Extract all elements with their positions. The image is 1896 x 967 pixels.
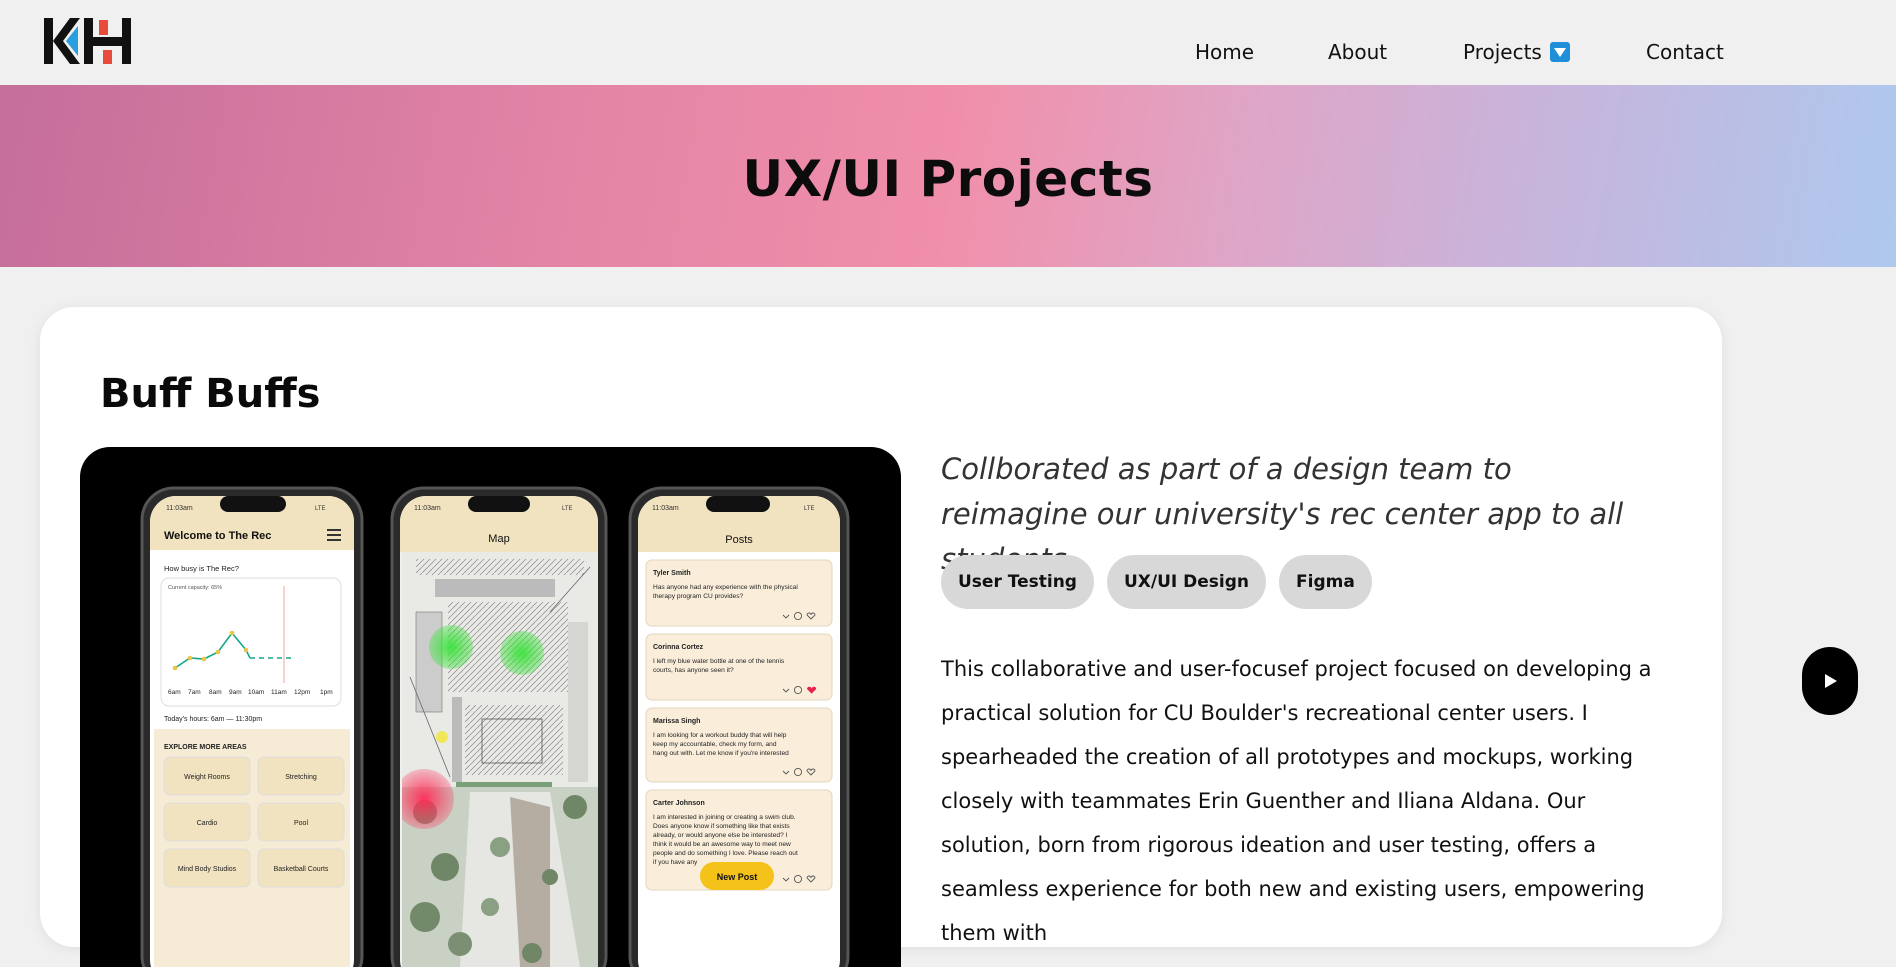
nav-contact-link[interactable]: Contact — [1646, 40, 1724, 64]
campus-map — [402, 552, 598, 967]
top-nav: Home About Projects Contact — [0, 0, 1896, 85]
post-text: Has anyone had any experience with the p… — [653, 584, 798, 591]
post-text: courts, has anyone seen it? — [653, 667, 734, 674]
area-weight-rooms: Weight Rooms — [184, 774, 230, 781]
svg-text:11am: 11am — [271, 689, 287, 696]
nav-about-link[interactable]: About — [1328, 40, 1387, 64]
svg-text:6am: 6am — [168, 689, 181, 696]
app-home-title: Welcome to The Rec — [164, 530, 271, 542]
post-text: I left my blue water bottle at one of th… — [653, 658, 785, 665]
post-text: already, or would anyone else be interes… — [653, 832, 788, 839]
post-author: Marissa Singh — [653, 718, 700, 725]
status-network: LTE — [562, 506, 573, 512]
map-title: Map — [488, 533, 509, 545]
post-text: therapy program CU provides? — [653, 593, 743, 600]
new-post-label: New Post — [717, 872, 758, 882]
area-basketball-courts: Basketball Courts — [274, 866, 329, 873]
svg-text:9am: 9am — [229, 689, 242, 696]
post-text: Does anyone know if something like that … — [653, 823, 790, 830]
svg-text:12pm: 12pm — [294, 689, 310, 696]
svg-text:8am: 8am — [209, 689, 222, 696]
area-pool: Pool — [294, 820, 308, 827]
post-text: hang out with. Let me know if you're int… — [653, 750, 789, 757]
area-cardio: Cardio — [197, 820, 218, 827]
post-text: if you have any — [653, 859, 698, 866]
chart-hour-labels: 6am 7am 8am 9am 10am 11am 12pm 1pm — [168, 689, 333, 696]
area-stretching: Stretching — [285, 774, 317, 781]
project-mockup-image: 11:03am LTE Welcome to The Rec How busy … — [80, 447, 901, 967]
today-hours: Today's hours: 6am — 11:30pm — [164, 716, 262, 723]
status-time: 11:03am — [166, 505, 193, 512]
new-post-button: New Post — [700, 862, 774, 890]
nav-projects-label: Projects — [1463, 40, 1542, 64]
carousel-next-button[interactable] — [1802, 647, 1858, 715]
post-text: I am looking for a workout buddy that wi… — [653, 732, 787, 739]
project-card: Buff Buffs 11:03am LTE Welcome to The Re… — [40, 307, 1722, 967]
svg-text:7am: 7am — [188, 689, 201, 696]
post-text: keep my accountable, check my form, and — [653, 741, 777, 748]
hamburger-menu-icon — [327, 529, 341, 541]
tag-ux-ui-design: UX/UI Design — [1106, 555, 1266, 609]
status-time: 11:03am — [414, 505, 441, 512]
nav-projects-link[interactable]: Projects — [1463, 40, 1570, 64]
posts-title: Posts — [725, 534, 753, 546]
kh-logo[interactable] — [44, 16, 132, 66]
status-time: 11:03am — [652, 505, 679, 512]
tag-figma: Figma — [1279, 555, 1372, 609]
status-network: LTE — [804, 506, 815, 512]
svg-text:10am: 10am — [248, 689, 264, 696]
tag-user-testing: User Testing — [941, 555, 1094, 609]
post-text: people and do something I love. Please r… — [653, 850, 798, 857]
area-mind-body-studios: Mind Body Studios — [178, 866, 237, 873]
post-author: Corinna Cortez — [653, 644, 704, 651]
dropdown-arrow-icon[interactable] — [1549, 42, 1570, 62]
busy-question: How busy is The Rec? — [164, 564, 239, 573]
svg-text:1pm: 1pm — [320, 689, 333, 696]
post-text: think it would be an awesome way to meet… — [653, 841, 791, 848]
page-title: UX/UI Projects — [742, 150, 1154, 208]
phone-posts-screen: 11:03am LTE Posts Tyler Smith Has anyone… — [628, 486, 850, 967]
post-author: Tyler Smith — [653, 570, 691, 577]
explore-title: EXPLORE MORE AREAS — [164, 744, 247, 751]
project-description: This collaborative and user-focusef proj… — [941, 657, 1652, 945]
post-author: Carter Johnson — [653, 800, 705, 807]
hero-banner: UX/UI Projects — [0, 85, 1896, 267]
phone-map-screen: 11:03am LTE Map — [390, 486, 608, 967]
status-network: LTE — [315, 506, 326, 512]
skill-tags: User Testing UX/UI Design Figma — [941, 555, 1385, 609]
post-text: I am interested in joining or creating a… — [653, 814, 796, 821]
nav-home-link[interactable]: Home — [1195, 40, 1254, 64]
capacity-label: Current capacity: 65% — [168, 585, 222, 591]
phone-home-screen: 11:03am LTE Welcome to The Rec How busy … — [140, 486, 364, 967]
project-title: Buff Buffs — [100, 371, 321, 417]
